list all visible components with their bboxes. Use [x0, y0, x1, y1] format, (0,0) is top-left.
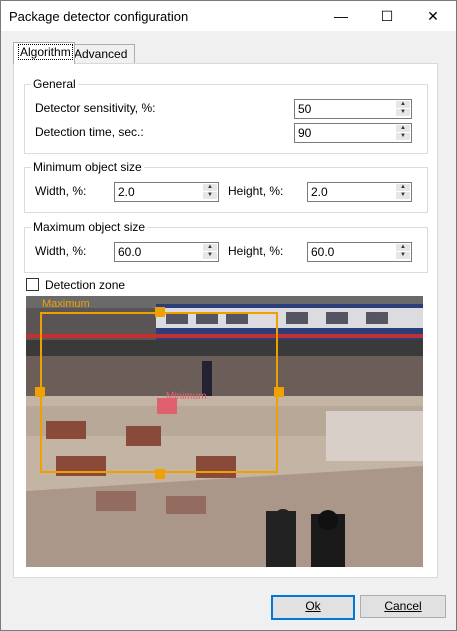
min-size-legend: Minimum object size: [31, 160, 144, 174]
max-size-group: Maximum object size Width, %: 60.0 ▲ ▼ He…: [24, 220, 428, 273]
tab-algorithm[interactable]: Algorithm: [13, 42, 75, 64]
spin-down-icon[interactable]: ▼: [203, 192, 217, 199]
maximum-size-box[interactable]: [40, 312, 278, 473]
detection-zone-checkbox[interactable]: [26, 278, 39, 291]
cancel-button-label: Cancel: [384, 599, 422, 613]
max-height-label: Height, %:: [228, 244, 284, 258]
detection-time-value: 90: [298, 126, 312, 140]
spin-up-icon[interactable]: ▲: [203, 244, 217, 251]
close-button[interactable]: ✕: [410, 1, 456, 31]
max-height-spinner[interactable]: 60.0 ▲ ▼: [307, 242, 412, 262]
tab-advanced[interactable]: Advanced: [69, 44, 135, 64]
resize-handle-bottom[interactable]: [155, 469, 165, 479]
spin-down-icon[interactable]: ▼: [203, 252, 217, 259]
spin-down-icon[interactable]: ▼: [396, 133, 410, 140]
detection-time-spinner[interactable]: 90 ▲ ▼: [294, 123, 412, 143]
title-bar: Package detector configuration — ☐ ✕: [1, 1, 456, 31]
sensitivity-spinner[interactable]: 50 ▲ ▼: [294, 99, 412, 119]
min-height-value: 2.0: [311, 185, 328, 199]
general-legend: General: [31, 77, 78, 91]
minimum-label: Minimum: [166, 391, 207, 402]
spin-down-icon[interactable]: ▼: [396, 109, 410, 116]
tab-advanced-label: Advanced: [74, 47, 128, 61]
spin-down-icon[interactable]: ▼: [396, 192, 410, 199]
min-size-group: Minimum object size Width, %: 2.0 ▲ ▼ Hei…: [24, 160, 428, 213]
window-title: Package detector configuration: [9, 9, 189, 24]
resize-handle-right[interactable]: [274, 387, 284, 397]
min-width-value: 2.0: [118, 185, 135, 199]
maximize-button[interactable]: ☐: [364, 1, 410, 31]
spin-up-icon[interactable]: ▲: [396, 244, 410, 251]
sensitivity-label: Detector sensitivity, %:: [35, 101, 156, 115]
min-width-spinner[interactable]: 2.0 ▲ ▼: [114, 182, 219, 202]
resize-handle-left[interactable]: [35, 387, 45, 397]
sensitivity-value: 50: [298, 102, 312, 116]
spin-up-icon[interactable]: ▲: [203, 184, 217, 191]
detection-time-label: Detection time, sec.:: [35, 125, 144, 139]
tab-algorithm-label: Algorithm: [18, 44, 73, 60]
max-width-spinner[interactable]: 60.0 ▲ ▼: [114, 242, 219, 262]
ok-button[interactable]: Ok: [271, 595, 355, 620]
spin-up-icon[interactable]: ▲: [396, 184, 410, 191]
maximum-label: Maximum: [42, 298, 90, 310]
general-group: General Detector sensitivity, %: 50 ▲ ▼ D…: [24, 77, 428, 154]
min-width-label: Width, %:: [35, 184, 87, 198]
max-height-value: 60.0: [311, 245, 335, 259]
min-height-label: Height, %:: [228, 184, 284, 198]
cancel-button[interactable]: Cancel: [360, 595, 446, 618]
camera-preview[interactable]: Maximum Minimum: [26, 296, 423, 567]
max-size-legend: Maximum object size: [31, 220, 148, 234]
spin-up-icon[interactable]: ▲: [396, 101, 410, 108]
dialog-window: Package detector configuration — ☐ ✕ Alg…: [0, 0, 457, 631]
minimize-button[interactable]: —: [318, 1, 364, 31]
resize-handle-top[interactable]: [155, 307, 165, 317]
algorithm-panel: General Detector sensitivity, %: 50 ▲ ▼ D…: [13, 63, 438, 578]
max-width-label: Width, %:: [35, 244, 87, 258]
ok-button-label: Ok: [305, 599, 321, 613]
max-width-value: 60.0: [118, 245, 142, 259]
min-height-spinner[interactable]: 2.0 ▲ ▼: [307, 182, 412, 202]
detection-zone-label[interactable]: Detection zone: [45, 278, 125, 292]
spin-down-icon[interactable]: ▼: [396, 252, 410, 259]
spin-up-icon[interactable]: ▲: [396, 125, 410, 132]
